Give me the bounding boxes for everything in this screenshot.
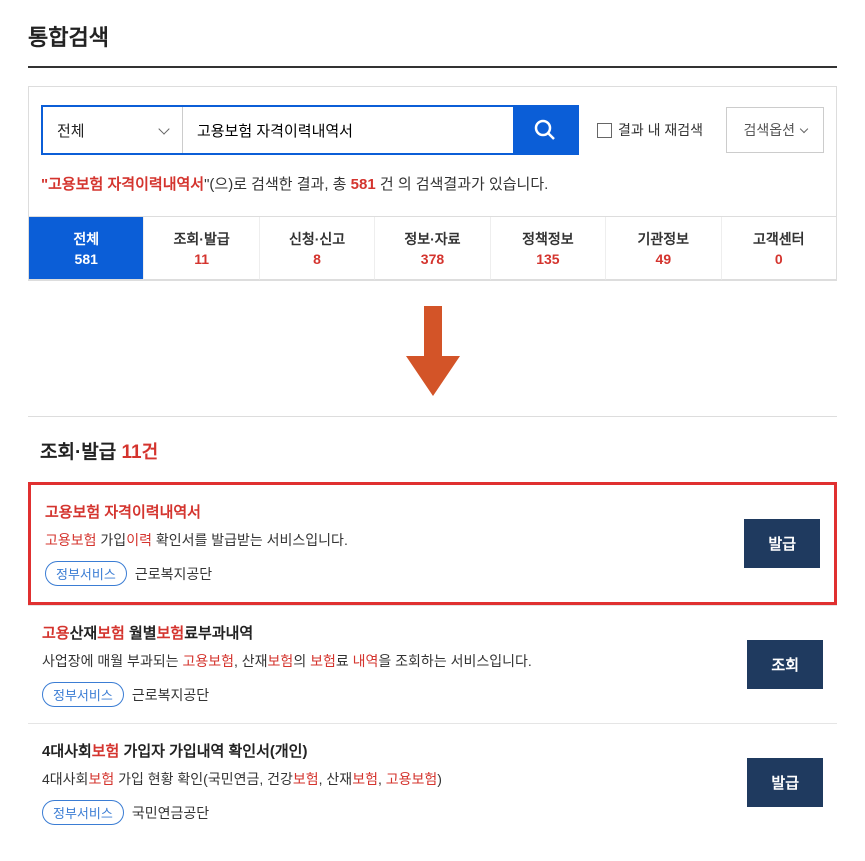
re-search-label: 결과 내 재검색 <box>618 120 703 140</box>
org-name: 근로복지공단 <box>132 685 209 705</box>
tab-lookup-issue[interactable]: 조회·발급 11 <box>144 217 259 280</box>
lookup-button[interactable]: 조회 <box>747 640 823 689</box>
result-item-title[interactable]: 4대사회보험 가입자 가입내역 확인서(개인) <box>42 740 747 761</box>
search-button[interactable] <box>513 107 577 153</box>
arrow-down-icon <box>398 301 468 401</box>
tab-info-data[interactable]: 정보·자료 378 <box>375 217 490 280</box>
tab-policy-info[interactable]: 정책정보 135 <box>491 217 606 280</box>
result-item-title[interactable]: 고용산재보험 월별보험료부과내역 <box>42 622 747 643</box>
category-tabs: 전체 581 조회·발급 11 신청·신고 8 정보·자료 378 정책정보 1… <box>29 216 836 280</box>
search-category-label: 전체 <box>57 120 85 141</box>
service-badge: 정부서비스 <box>42 682 124 707</box>
result-item-desc: 고용보험 가입이력 확인서를 발급받는 서비스입니다. <box>45 530 744 551</box>
service-badge: 정부서비스 <box>42 800 124 825</box>
result-item-title[interactable]: 고용보험 자격이력내역서 <box>45 501 744 522</box>
re-search-checkbox[interactable]: 결과 내 재검색 <box>597 120 703 140</box>
search-category-select[interactable]: 전체 <box>43 107 183 153</box>
result-item-desc: 4대사회보험 가입 현황 확인(국민연금, 건강보험, 산재보험, 고용보험) <box>42 769 747 790</box>
pointer-arrow <box>28 301 837 406</box>
checkbox-icon <box>597 123 612 138</box>
chevron-down-icon <box>800 124 808 132</box>
chevron-down-icon <box>158 123 169 134</box>
search-box: 전체 <box>41 105 579 155</box>
search-panel: 전체 결과 내 재검색 검색옵션 "고용보험 자격이력내역서"(으)로 검색한 … <box>28 86 837 281</box>
result-item: 고용산재보험 월별보험료부과내역 사업장에 매월 부과되는 고용보험, 산재보험… <box>28 605 837 723</box>
result-summary: "고용보험 자격이력내역서"(으)로 검색한 결과, 총 581 건 의 검색결… <box>41 173 824 194</box>
org-name: 국민연금공단 <box>132 803 209 823</box>
result-item: 고용보험 자격이력내역서 고용보험 가입이력 확인서를 발급받는 서비스입니다.… <box>28 482 837 605</box>
section-title: 조회·발급 11건 <box>28 416 837 482</box>
tab-all[interactable]: 전체 581 <box>29 217 144 280</box>
result-item-desc: 사업장에 매월 부과되는 고용보험, 산재보험의 보험료 내역을 조회하는 서비… <box>42 651 747 672</box>
search-icon <box>533 118 557 142</box>
service-badge: 정부서비스 <box>45 561 127 586</box>
issue-button[interactable]: 발급 <box>747 758 823 807</box>
search-options-label: 검색옵션 <box>743 120 795 140</box>
tab-apply-report[interactable]: 신청·신고 8 <box>260 217 375 280</box>
tab-customer-center[interactable]: 고객센터 0 <box>722 217 836 280</box>
tab-agency-info[interactable]: 기관정보 49 <box>606 217 721 280</box>
page-title: 통합검색 <box>28 20 837 66</box>
title-divider <box>28 66 837 68</box>
result-item: 4대사회보험 가입자 가입내역 확인서(개인) 4대사회보험 가입 현황 확인(… <box>28 723 837 841</box>
issue-button[interactable]: 발급 <box>744 519 820 568</box>
org-name: 근로복지공단 <box>135 564 212 584</box>
search-input[interactable] <box>183 107 513 153</box>
search-options-button[interactable]: 검색옵션 <box>726 107 824 153</box>
